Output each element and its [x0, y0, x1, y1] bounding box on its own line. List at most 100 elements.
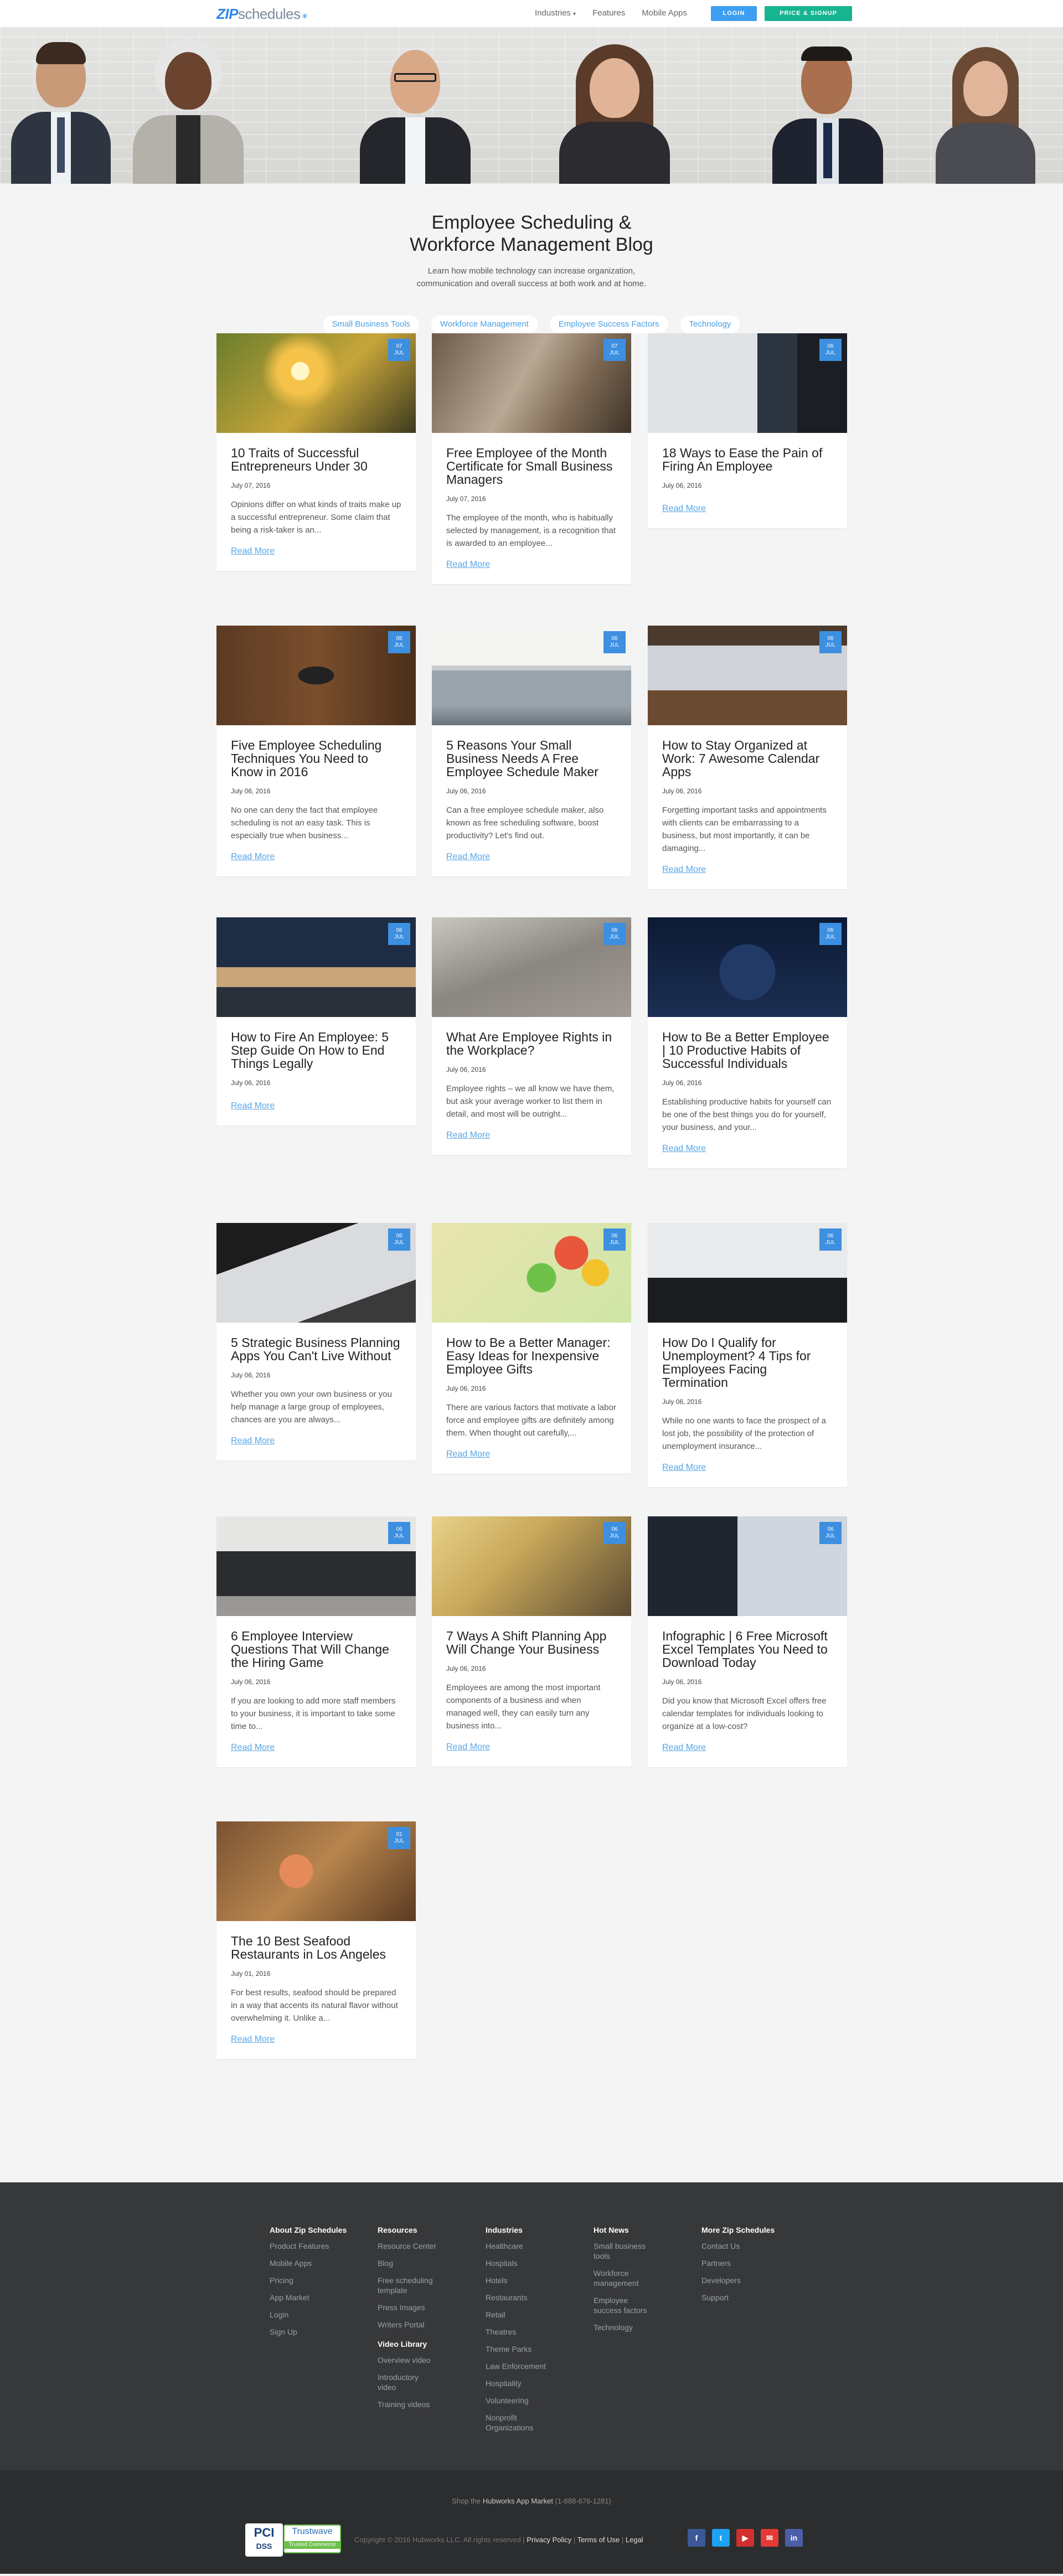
- blog-post-card[interactable]: 01 JUL The 10 Best Seafood Restaurants i…: [216, 1821, 416, 2059]
- post-title[interactable]: How Do I Qualify for Unemployment? 4 Tip…: [662, 1336, 833, 1389]
- facebook-icon[interactable]: f: [688, 2529, 705, 2547]
- post-title[interactable]: Free Employee of the Month Certificate f…: [446, 446, 617, 486]
- footer-link[interactable]: Free scheduling template: [378, 2275, 438, 2295]
- read-more-link[interactable]: Read More: [231, 2035, 275, 2045]
- blog-post-card[interactable]: 06 JUL 18 Ways to Ease the Pain of Firin…: [648, 333, 847, 528]
- linkedin-icon[interactable]: in: [785, 2529, 803, 2547]
- post-title[interactable]: Five Employee Scheduling Techniques You …: [231, 739, 401, 778]
- terms-of-use-link[interactable]: Terms of Use: [577, 2536, 620, 2544]
- footer-link[interactable]: Login: [270, 2310, 369, 2320]
- blog-post-card[interactable]: 06 JUL 6 Employee Interview Questions Th…: [216, 1516, 416, 1767]
- youtube-icon[interactable]: ▶: [736, 2529, 754, 2547]
- footer-link[interactable]: Introductory video: [378, 2372, 438, 2392]
- post-title[interactable]: 7 Ways A Shift Planning App Will Change …: [446, 1629, 617, 1656]
- footer-link[interactable]: Partners: [701, 2258, 801, 2268]
- read-more-link[interactable]: Read More: [446, 1449, 490, 1459]
- post-title[interactable]: 5 Reasons Your Small Business Needs A Fr…: [446, 739, 617, 778]
- zip-schedules-logo[interactable]: ZIP schedules ✳: [216, 6, 308, 23]
- legal-link[interactable]: Legal: [626, 2536, 643, 2544]
- post-thumbnail-image[interactable]: 06 JUL: [432, 1223, 631, 1323]
- post-thumbnail-image[interactable]: 06 JUL: [432, 917, 631, 1017]
- blog-post-card[interactable]: 06 JUL How Do I Qualify for Unemployment…: [648, 1223, 847, 1487]
- post-title[interactable]: How to Be a Better Employee | 10 Product…: [662, 1030, 833, 1070]
- nav-item-features[interactable]: Features: [592, 8, 625, 18]
- read-more-link[interactable]: Read More: [446, 560, 490, 570]
- read-more-link[interactable]: Read More: [662, 1463, 706, 1473]
- blog-post-card[interactable]: 06 JUL 7 Ways A Shift Planning App Will …: [432, 1516, 631, 1767]
- post-title[interactable]: How to Fire An Employee: 5 Step Guide On…: [231, 1030, 401, 1070]
- read-more-link[interactable]: Read More: [231, 546, 275, 556]
- footer-link[interactable]: Press Images: [378, 2303, 438, 2312]
- read-more-link[interactable]: Read More: [231, 1101, 275, 1111]
- post-title[interactable]: 18 Ways to Ease the Pain of Firing An Em…: [662, 446, 833, 473]
- privacy-policy-link[interactable]: Privacy Policy: [527, 2536, 571, 2544]
- blog-post-card[interactable]: 06 JUL Infographic | 6 Free Microsoft Ex…: [648, 1516, 847, 1767]
- footer-link[interactable]: Volunteering: [486, 2396, 546, 2405]
- app-market-link[interactable]: Hubworks App Market: [483, 2497, 553, 2505]
- footer-link[interactable]: Sign Up: [270, 2327, 369, 2337]
- footer-link[interactable]: Overview video: [378, 2355, 438, 2365]
- footer-link[interactable]: Writers Portal: [378, 2320, 438, 2330]
- read-more-link[interactable]: Read More: [231, 1743, 275, 1753]
- post-title[interactable]: How to Be a Better Manager: Easy Ideas f…: [446, 1336, 617, 1376]
- read-more-link[interactable]: Read More: [446, 1742, 490, 1752]
- footer-link[interactable]: Nonprofit Organizations: [486, 2413, 546, 2433]
- post-thumbnail-image[interactable]: 06 JUL: [216, 626, 416, 725]
- read-more-link[interactable]: Read More: [446, 1130, 490, 1140]
- blog-post-card[interactable]: 06 JUL How to Fire An Employee: 5 Step G…: [216, 917, 416, 1126]
- blog-post-card[interactable]: 06 JUL 5 Reasons Your Small Business Nee…: [432, 626, 631, 876]
- read-more-link[interactable]: Read More: [662, 504, 706, 514]
- read-more-link[interactable]: Read More: [231, 852, 275, 862]
- footer-link[interactable]: Developers: [701, 2275, 801, 2285]
- post-thumbnail-image[interactable]: 06 JUL: [216, 1516, 416, 1616]
- footer-link[interactable]: Healthcare: [486, 2241, 546, 2251]
- footer-link[interactable]: Hospitals: [486, 2258, 546, 2268]
- post-thumbnail-image[interactable]: 06 JUL: [648, 626, 847, 725]
- footer-link[interactable]: Theatres: [486, 2327, 546, 2337]
- twitter-icon[interactable]: t: [712, 2529, 730, 2547]
- blog-post-card[interactable]: 06 JUL What Are Employee Rights in the W…: [432, 917, 631, 1155]
- nav-item-industries[interactable]: Industries ▾: [535, 8, 576, 18]
- footer-link[interactable]: Law Enforcement: [486, 2361, 546, 2371]
- blog-post-card[interactable]: 07 JUL Free Employee of the Month Certif…: [432, 333, 631, 584]
- login-button[interactable]: LOGIN: [711, 6, 757, 21]
- post-title[interactable]: The 10 Best Seafood Restaurants in Los A…: [231, 1934, 401, 1961]
- post-thumbnail-image[interactable]: 06 JUL: [648, 1516, 847, 1616]
- post-title[interactable]: Infographic | 6 Free Microsoft Excel Tem…: [662, 1629, 833, 1669]
- footer-link[interactable]: Hospitality: [486, 2378, 546, 2388]
- post-title[interactable]: 5 Strategic Business Planning Apps You C…: [231, 1336, 401, 1362]
- footer-link[interactable]: Blog: [378, 2258, 438, 2268]
- category-technology[interactable]: Technology: [680, 316, 740, 333]
- post-title[interactable]: How to Stay Organized at Work: 7 Awesome…: [662, 739, 833, 778]
- post-thumbnail-image[interactable]: 06 JUL: [216, 917, 416, 1017]
- footer-link[interactable]: Retail: [486, 2310, 546, 2320]
- post-thumbnail-image[interactable]: 06 JUL: [648, 333, 847, 433]
- post-title[interactable]: 10 Traits of Successful Entrepreneurs Un…: [231, 446, 401, 473]
- blog-post-card[interactable]: 06 JUL 5 Strategic Business Planning App…: [216, 1223, 416, 1460]
- post-thumbnail-image[interactable]: 01 JUL: [216, 1821, 416, 1921]
- category-employee-success-factors[interactable]: Employee Success Factors: [549, 316, 668, 333]
- post-thumbnail-image[interactable]: 07 JUL: [432, 333, 631, 433]
- footer-link[interactable]: Employee success factors: [594, 2295, 654, 2315]
- post-thumbnail-image[interactable]: 06 JUL: [648, 917, 847, 1017]
- footer-link[interactable]: Contact Us: [701, 2241, 801, 2251]
- footer-link[interactable]: Pricing: [270, 2275, 369, 2285]
- category-workforce-management[interactable]: Workforce Management: [431, 316, 538, 333]
- read-more-link[interactable]: Read More: [662, 1743, 706, 1753]
- footer-link[interactable]: Workforce management: [594, 2268, 654, 2288]
- footer-link[interactable]: Hotels: [486, 2275, 546, 2285]
- read-more-link[interactable]: Read More: [662, 865, 706, 875]
- footer-link[interactable]: Training videos: [378, 2399, 438, 2409]
- post-thumbnail-image[interactable]: 06 JUL: [216, 1223, 416, 1323]
- footer-link[interactable]: Product Features: [270, 2241, 369, 2251]
- blog-post-card[interactable]: 06 JUL How to Stay Organized at Work: 7 …: [648, 626, 847, 889]
- read-more-link[interactable]: Read More: [231, 1436, 275, 1446]
- category-small-business-tools[interactable]: Small Business Tools: [323, 316, 419, 333]
- blog-post-card[interactable]: 06 JUL How to Be a Better Manager: Easy …: [432, 1223, 631, 1474]
- footer-link[interactable]: Restaurants: [486, 2293, 546, 2303]
- read-more-link[interactable]: Read More: [446, 852, 490, 862]
- post-title[interactable]: 6 Employee Interview Questions That Will…: [231, 1629, 401, 1669]
- footer-link[interactable]: App Market: [270, 2293, 369, 2303]
- post-thumbnail-image[interactable]: 06 JUL: [648, 1223, 847, 1323]
- footer-link[interactable]: Support: [701, 2293, 801, 2303]
